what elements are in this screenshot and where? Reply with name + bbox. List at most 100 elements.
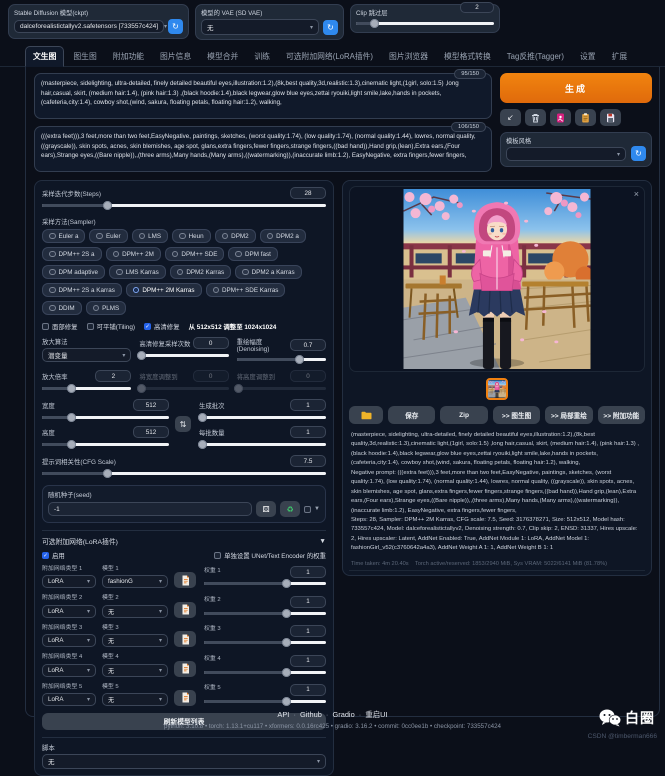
clear-prompt-button[interactable] xyxy=(525,109,546,126)
negative-prompt-input[interactable]: (((extra feet))),3 feet,more than two fe… xyxy=(34,126,492,172)
sampler-option-selected[interactable]: DPM++ 2M Karras xyxy=(126,283,202,297)
seed-extra-checkbox[interactable]: ▼ xyxy=(304,506,320,513)
batch-count-value[interactable]: 1 xyxy=(290,399,326,411)
batch-size-slider[interactable] xyxy=(199,440,326,449)
sampler-option[interactable]: DPM adaptive xyxy=(42,265,105,279)
steps-value[interactable]: 28 xyxy=(290,187,326,199)
lora-model-info-button[interactable] xyxy=(174,602,196,618)
hires-steps-slider[interactable] xyxy=(139,351,228,360)
close-preview-icon[interactable]: × xyxy=(634,189,639,199)
reload-ui-link[interactable]: 重启UI xyxy=(355,710,388,719)
sampler-option[interactable]: LMS Karras xyxy=(109,265,166,279)
lora-weight-value[interactable]: 1 xyxy=(290,566,326,578)
sampler-option[interactable]: Heun xyxy=(172,229,211,243)
lora-weight-slider[interactable] xyxy=(204,668,326,677)
upscale-by-value[interactable]: 2 xyxy=(95,370,131,382)
additional-networks-accordion[interactable]: 可选附加网络(LoRA插件) ▼ xyxy=(42,536,326,546)
lora-model-info-button[interactable] xyxy=(174,631,196,647)
sampler-option[interactable]: Euler xyxy=(89,229,127,243)
hires-steps-value[interactable]: 0 xyxy=(193,337,229,349)
tab-image-browser[interactable]: 图片浏览器 xyxy=(382,47,435,66)
tab-img2img[interactable]: 图生图 xyxy=(66,47,103,66)
github-link[interactable]: Github xyxy=(289,710,321,719)
tab-extensions[interactable]: 扩展 xyxy=(605,47,635,66)
sampler-option[interactable]: DPM++ SDE xyxy=(165,247,225,261)
hires-fix-checkbox[interactable]: ✓高清修复 xyxy=(144,322,180,331)
lora-model-info-button[interactable] xyxy=(174,690,196,706)
gradio-link[interactable]: Gradio xyxy=(322,710,355,719)
sampler-option[interactable]: Euler a xyxy=(42,229,85,243)
vae-refresh-button[interactable]: ↻ xyxy=(323,20,338,35)
lora-model-dropdown[interactable]: 无▾ xyxy=(102,605,168,618)
lora-model-dropdown[interactable]: fashionG▾ xyxy=(102,575,168,588)
cfg-scale-value[interactable]: 7.5 xyxy=(290,455,326,467)
lora-enable-checkbox[interactable]: ✓启用 xyxy=(42,551,65,560)
send-to-extras-button[interactable]: >> 附加功能 xyxy=(598,406,645,424)
lora-weight-value[interactable]: 1 xyxy=(290,684,326,696)
steps-slider[interactable] xyxy=(42,201,326,210)
send-to-img2img-button[interactable]: >> 图生图 xyxy=(493,406,540,424)
lora-type-dropdown[interactable]: LoRA▾ xyxy=(42,575,96,588)
sampler-option[interactable]: DPM2 a xyxy=(260,229,306,243)
sampler-option[interactable]: DPM2 a Karras xyxy=(235,265,302,279)
lora-weight-slider[interactable] xyxy=(204,579,326,588)
lora-weight-value[interactable]: 1 xyxy=(290,655,326,667)
tab-model-converter[interactable]: 模型格式转换 xyxy=(437,47,498,66)
lora-type-dropdown[interactable]: LoRA▾ xyxy=(42,634,96,647)
tab-extras[interactable]: 附加功能 xyxy=(106,47,151,66)
lora-model-info-button[interactable] xyxy=(174,572,196,588)
batch-size-value[interactable]: 1 xyxy=(290,426,326,438)
lora-type-dropdown[interactable]: LoRA▾ xyxy=(42,664,96,677)
sampler-option[interactable]: DPM++ 2S a Karras xyxy=(42,283,122,297)
model-checkpoint-dropdown[interactable]: dalceforealistictallyv2.safetensors [733… xyxy=(14,20,164,33)
lora-separate-weights-checkbox[interactable]: 单独设置 UNet/Text Encoder 的权重 xyxy=(214,551,326,560)
positive-prompt-input[interactable]: (masterpiece, sidelighting, ultra-detail… xyxy=(34,73,492,119)
lora-weight-value[interactable]: 1 xyxy=(290,596,326,608)
tab-settings[interactable]: 设置 xyxy=(573,47,603,66)
sampler-option[interactable]: DPM2 xyxy=(215,229,256,243)
generate-button[interactable]: 生成 xyxy=(500,73,652,103)
api-link[interactable]: API xyxy=(277,710,289,719)
cfg-scale-slider[interactable] xyxy=(42,469,326,478)
sampler-option[interactable]: PLMS xyxy=(86,301,127,315)
seed-input[interactable] xyxy=(48,502,252,516)
save-style-button[interactable] xyxy=(600,109,621,126)
denoising-value[interactable]: 0.7 xyxy=(290,339,326,351)
lora-weight-slider[interactable] xyxy=(204,638,326,647)
styles-dropdown[interactable]: ▾ xyxy=(506,147,626,161)
vae-dropdown[interactable]: 无 ▾ xyxy=(201,19,319,35)
open-folder-button[interactable] xyxy=(349,406,383,424)
sampler-option[interactable]: DPM2 Karras xyxy=(170,265,231,279)
paste-params-button[interactable]: ↙ xyxy=(500,109,521,126)
upscaler-dropdown[interactable]: 潜变量 ▾ xyxy=(42,348,131,362)
denoising-slider[interactable] xyxy=(237,355,326,364)
generated-image[interactable] xyxy=(403,189,591,369)
lora-model-dropdown[interactable]: 无▾ xyxy=(102,634,168,647)
lora-weight-value[interactable]: 1 xyxy=(290,625,326,637)
lora-model-info-button[interactable] xyxy=(174,661,196,677)
sampler-option[interactable]: DPM fast xyxy=(228,247,277,261)
lora-type-dropdown[interactable]: LoRA▾ xyxy=(42,605,96,618)
restore-faces-checkbox[interactable]: 面部修复 xyxy=(42,322,78,331)
apply-style-button[interactable] xyxy=(575,109,596,126)
tab-additional-networks[interactable]: 可选附加网络(LoRA插件) xyxy=(279,47,380,66)
reuse-seed-button[interactable]: ♻ xyxy=(280,501,300,517)
sampler-option[interactable]: DPM++ SDE Karras xyxy=(206,283,286,297)
script-dropdown[interactable]: 无 ▾ xyxy=(42,754,326,769)
batch-count-slider[interactable] xyxy=(199,413,326,422)
lora-type-dropdown[interactable]: LoRA▾ xyxy=(42,693,96,706)
extra-networks-button[interactable] xyxy=(550,109,571,126)
send-to-inpaint-button[interactable]: >> 局部重绘 xyxy=(545,406,592,424)
sampler-option[interactable]: DPM++ 2S a xyxy=(42,247,102,261)
swap-width-height-button[interactable]: ⇅ xyxy=(175,416,191,432)
model-refresh-button[interactable]: ↻ xyxy=(168,19,183,34)
lora-weight-slider[interactable] xyxy=(204,697,326,706)
upscale-by-slider[interactable] xyxy=(42,384,131,393)
clip-skip-slider[interactable] xyxy=(356,19,494,28)
width-value[interactable]: 512 xyxy=(133,399,169,411)
height-slider[interactable] xyxy=(42,440,169,449)
clip-skip-value[interactable]: 2 xyxy=(460,2,494,13)
tiling-checkbox[interactable]: 可平铺(Tiling) xyxy=(87,322,135,331)
save-button[interactable]: 保存 xyxy=(388,406,435,424)
tab-tagger[interactable]: Tag反推(Tagger) xyxy=(500,47,571,66)
